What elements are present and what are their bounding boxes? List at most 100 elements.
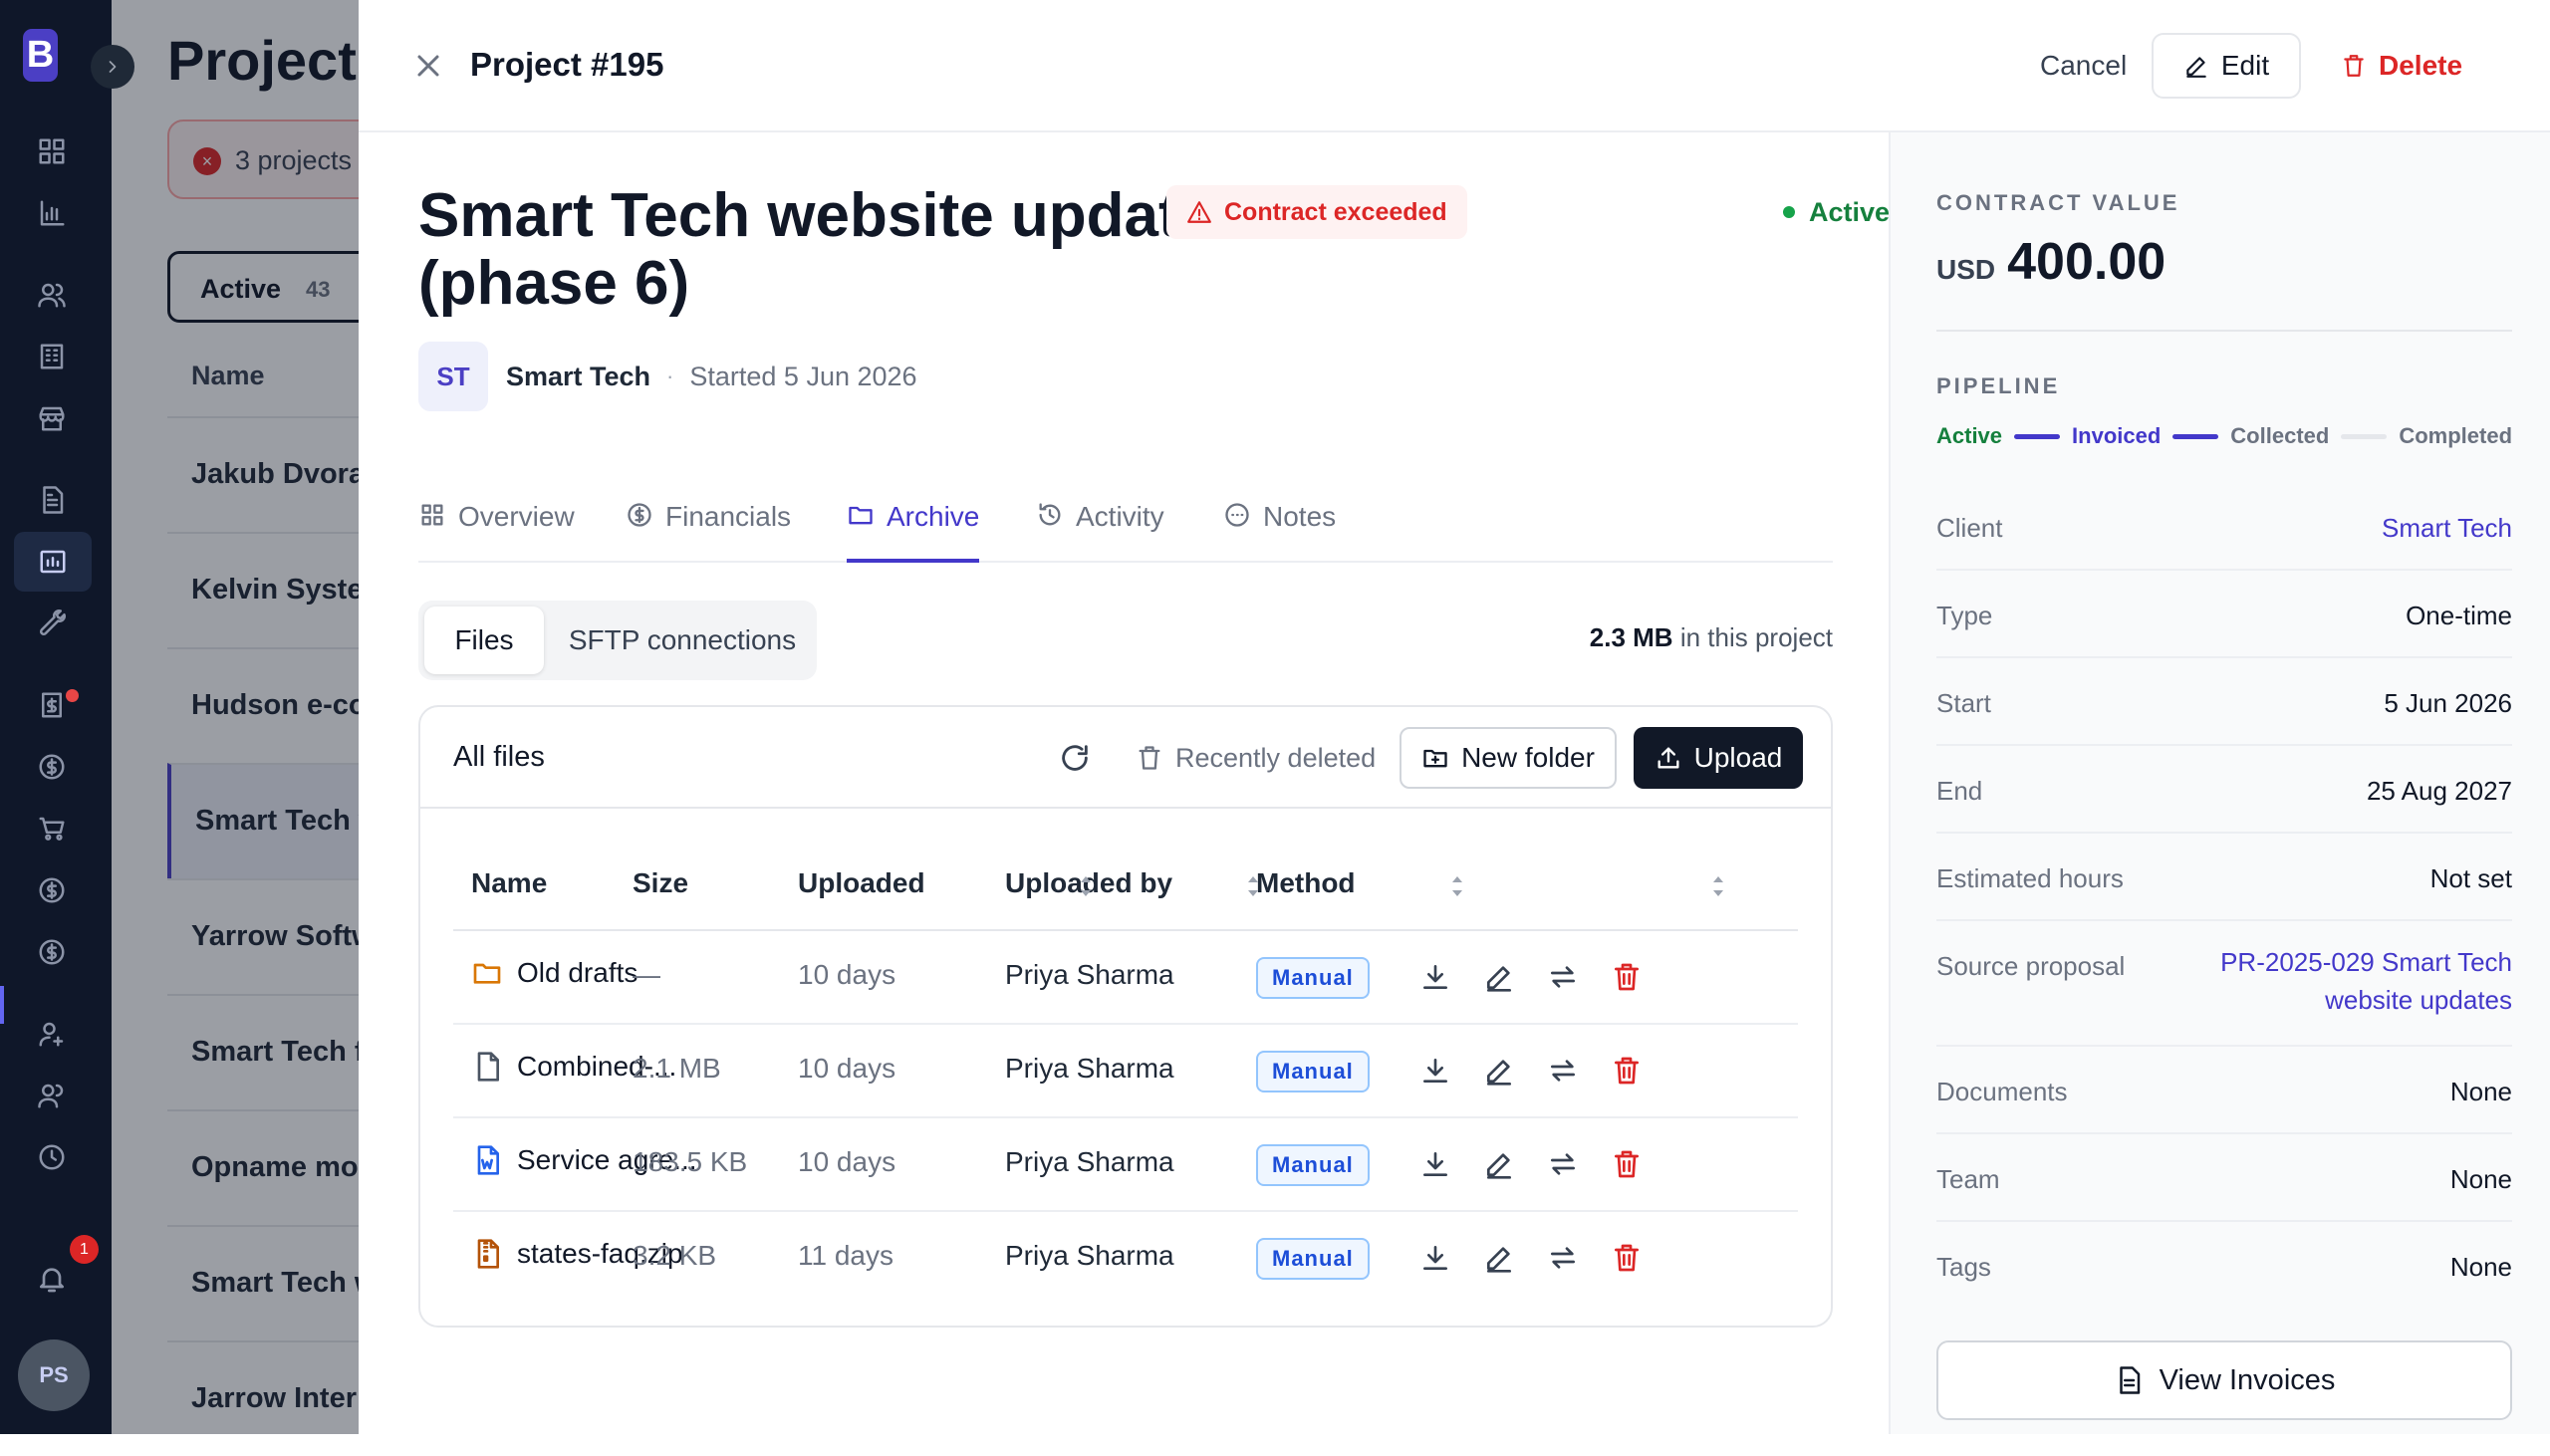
rename-button[interactable] [1483, 961, 1515, 993]
close-button[interactable] [410, 48, 446, 84]
cancel-button[interactable]: Cancel [2012, 33, 2155, 99]
column-header-size[interactable]: Size [633, 867, 688, 899]
tab-label: Overview [458, 501, 575, 532]
detail-value[interactable]: PR-2025-029 Smart Tech website updates [2183, 943, 2512, 1019]
nav-tools[interactable] [26, 598, 78, 649]
rename-button[interactable] [1483, 1242, 1515, 1274]
nav-invoices[interactable] [26, 679, 78, 731]
detail-row-team: Team None [1936, 1134, 2512, 1222]
tab-financials[interactable]: Financials [626, 501, 791, 563]
delete-file-button[interactable] [1611, 1242, 1643, 1274]
grid-icon [421, 504, 443, 526]
document-icon [43, 486, 64, 514]
column-header-name[interactable]: Name [471, 867, 547, 899]
sort-icon[interactable] [1078, 871, 1094, 901]
delete-file-button[interactable] [1611, 1055, 1643, 1087]
file-row[interactable]: Service agre... 183.5 KB 10 days Priya Shar… [453, 1118, 1798, 1212]
tab-notes[interactable]: Notes [1223, 501, 1336, 563]
project-detail-panel: Project #195 Cancel Edit Delete Smart Te… [359, 0, 2550, 1434]
contract-currency: USD [1936, 254, 1996, 285]
segment-files[interactable]: Files [424, 607, 544, 674]
download-button[interactable] [1419, 1148, 1451, 1180]
delete-file-button[interactable] [1611, 961, 1643, 993]
nav-user-settings[interactable] [26, 1008, 78, 1060]
pipeline-step-active: Active [1936, 423, 2003, 448]
sort-icon[interactable] [1245, 871, 1261, 901]
transfer-icon [1551, 1153, 1575, 1175]
sort-icon[interactable] [1449, 871, 1465, 901]
download-button[interactable] [1419, 961, 1451, 993]
file-row[interactable]: Old drafts — 10 days Priya Sharma Manual [453, 931, 1798, 1025]
download-button[interactable] [1419, 1242, 1451, 1274]
nav-notifications[interactable] [26, 1253, 78, 1305]
pipeline-connector [2341, 433, 2388, 439]
refresh-button[interactable] [1058, 741, 1092, 775]
edit-button[interactable]: Edit [2152, 33, 2301, 99]
projects-icon [40, 550, 66, 574]
client-line: ST Smart Tech · Started 5 Jun 2026 [418, 342, 917, 411]
nav-payments[interactable] [26, 741, 78, 793]
method-badge: Manual [1256, 1238, 1370, 1280]
rename-button[interactable] [1483, 1055, 1515, 1087]
tab-label: Archive [887, 501, 980, 532]
nav-contacts[interactable] [26, 269, 78, 321]
tab-activity[interactable]: Activity [1036, 501, 1164, 563]
detail-value: None [2449, 1252, 2512, 1282]
column-header-method[interactable]: Method [1256, 867, 1356, 899]
view-invoices-button[interactable]: View Invoices [1936, 1340, 2512, 1420]
download-button[interactable] [1419, 1055, 1451, 1087]
app-logo[interactable]: B [23, 29, 58, 82]
rename-button[interactable] [1483, 1148, 1515, 1180]
nav-projects[interactable] [14, 532, 92, 592]
tab-overview[interactable]: Overview [418, 501, 575, 563]
storage-size: 2.3 MB [1589, 622, 1673, 652]
collapse-sidebar-button[interactable] [91, 45, 134, 89]
rail-selection-indicator [0, 986, 4, 1024]
detail-row-estimated-hours: Estimated hours Not set [1936, 834, 2512, 921]
file-row[interactable]: Combined-... 2.1 MB 10 days Priya Sharma Man… [453, 1025, 1798, 1118]
warning-icon [1187, 201, 1211, 223]
chat-icon [1225, 503, 1249, 527]
status-label: Active [1809, 196, 1891, 227]
nav-companies[interactable] [26, 331, 78, 382]
all-files-breadcrumb[interactable]: All files [453, 741, 545, 774]
badge-exceed-label: Contract exceeded [1224, 197, 1447, 226]
move-button[interactable] [1547, 1242, 1579, 1274]
nav-team[interactable] [26, 1070, 78, 1121]
nav-store[interactable] [26, 392, 78, 444]
user-avatar[interactable]: PS [18, 1339, 90, 1411]
nav-rail: B 1 PS [0, 0, 134, 1434]
nav-expenses[interactable] [26, 864, 78, 916]
nav-orders[interactable] [26, 803, 78, 854]
file-size: 183.5 KB [633, 1146, 748, 1177]
sort-icon[interactable] [1710, 871, 1726, 901]
file-row[interactable]: states-faq.zip 3.2 KB 11 days Priya Sharma M… [453, 1212, 1798, 1306]
nav-billing[interactable] [26, 926, 78, 978]
client-name[interactable]: Smart Tech [506, 362, 650, 392]
nav-dashboard[interactable] [26, 125, 78, 177]
nav-reports[interactable] [26, 187, 78, 239]
new-folder-button[interactable]: New folder [1400, 727, 1617, 789]
nav-time[interactable] [26, 1131, 78, 1183]
file-name-cell[interactable]: Old drafts [471, 955, 638, 991]
move-button[interactable] [1547, 1055, 1579, 1087]
tab-archive[interactable]: Archive [847, 501, 980, 563]
transfer-icon [1551, 966, 1575, 988]
column-header-uploaded[interactable]: Uploaded [798, 867, 925, 899]
status-badge: Active [1783, 185, 1890, 239]
recently-deleted-button[interactable]: Recently deleted [1136, 737, 1376, 779]
move-button[interactable] [1547, 1148, 1579, 1180]
detail-key: Client [1936, 513, 2003, 543]
user-gear-icon [39, 1022, 64, 1047]
grid-icon [39, 138, 65, 164]
contract-value: USD 400.00 [1936, 232, 2166, 292]
nav-documents[interactable] [26, 474, 78, 526]
tab-label: Financials [665, 501, 792, 532]
segment-sftp[interactable]: SFTP connections [554, 607, 811, 674]
detail-value[interactable]: Smart Tech [2382, 513, 2512, 544]
upload-button[interactable]: Upload [1634, 727, 1803, 789]
panel-header: Project #195 Cancel Edit Delete [359, 0, 2550, 132]
move-button[interactable] [1547, 961, 1579, 993]
delete-button[interactable]: Delete [2319, 33, 2484, 99]
delete-file-button[interactable] [1611, 1148, 1643, 1180]
